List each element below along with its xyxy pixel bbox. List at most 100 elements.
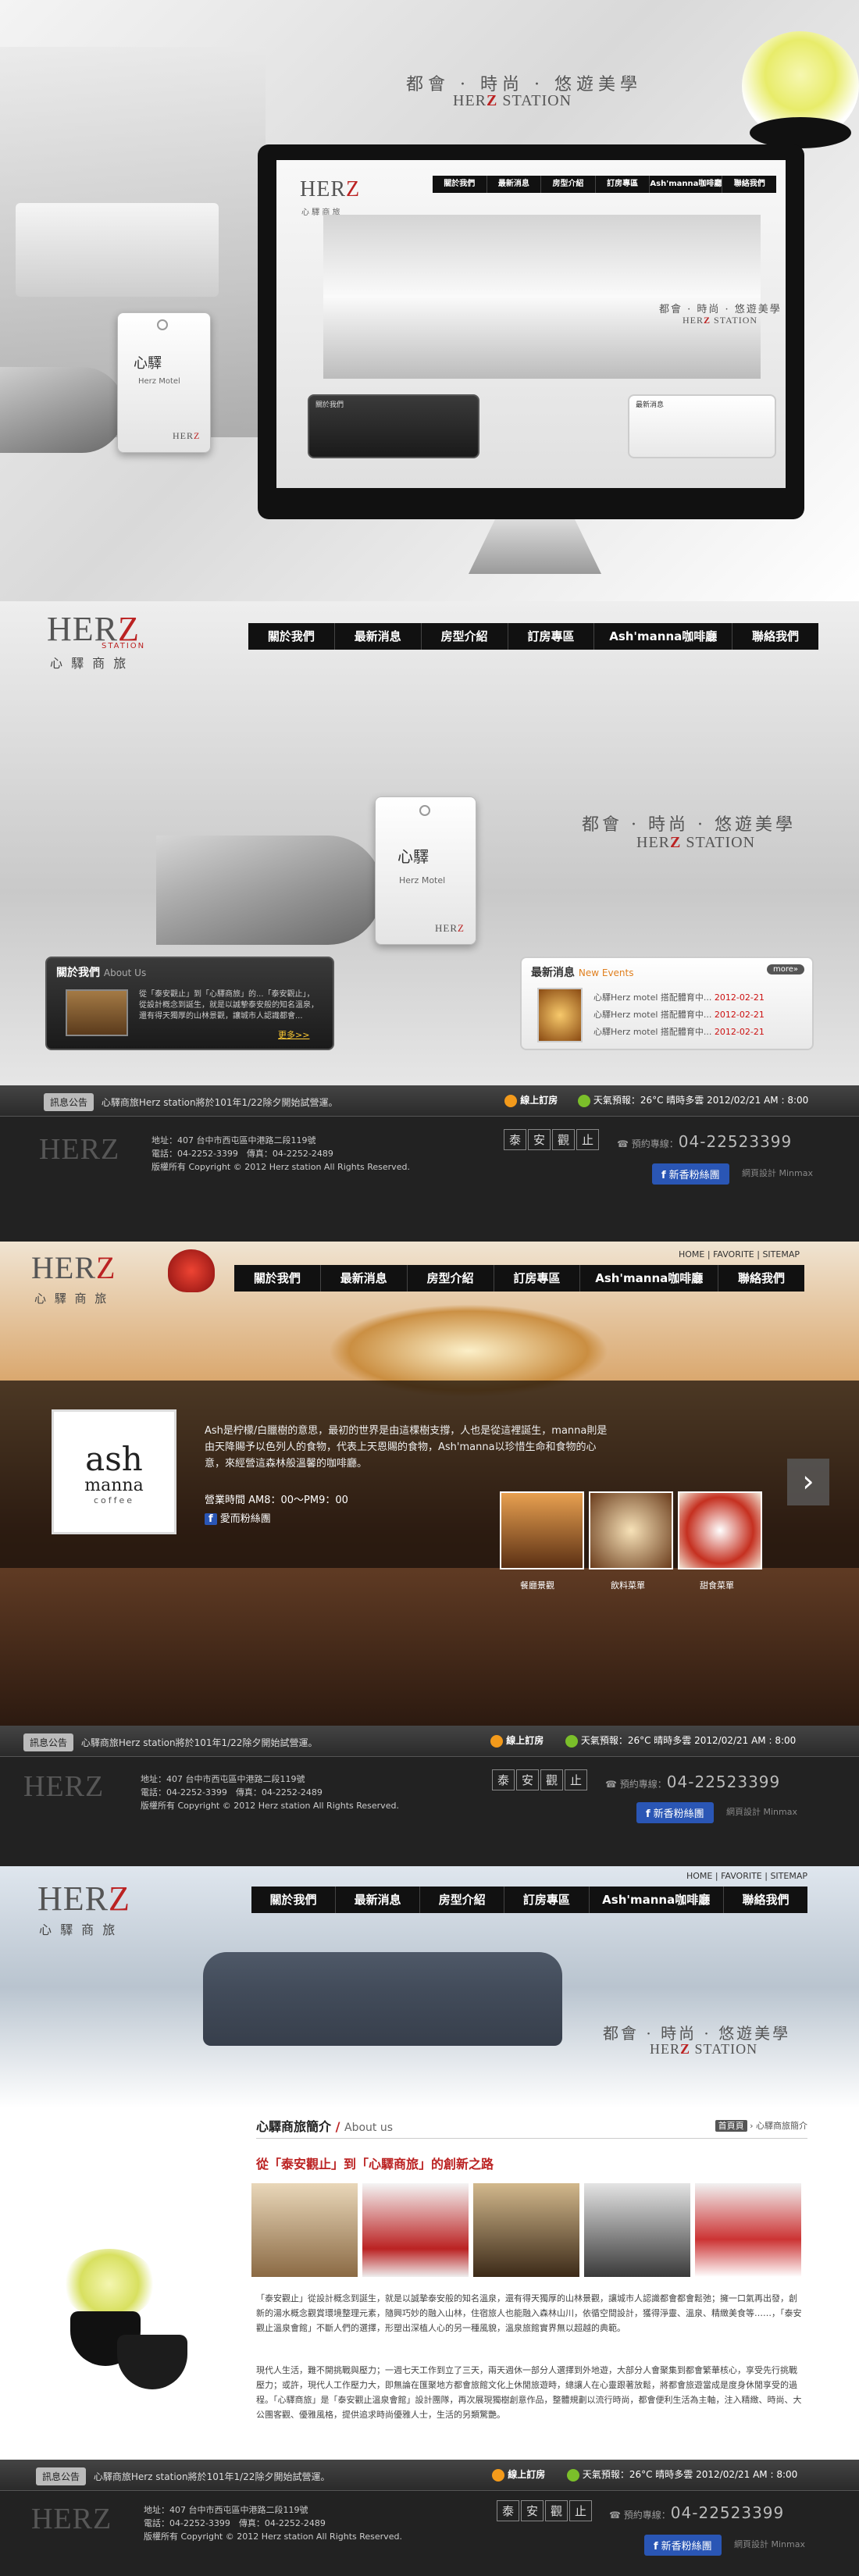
booking-phone[interactable]: ☎ 預約專線：04-22523399: [617, 1132, 792, 1151]
online-booking[interactable]: 線上訂房: [492, 2467, 545, 2482]
top-links: HOME | FAVORITE | SITEMAP: [686, 1871, 807, 1881]
tagline-en: HERZ STATION: [453, 92, 572, 109]
facebook-button[interactable]: f 新香粉絲團: [644, 2535, 722, 2556]
breadcrumb-home[interactable]: 首頁頁: [715, 2120, 747, 2132]
facebook-button[interactable]: f 新香粉絲團: [652, 1163, 729, 1185]
thumb-drinks[interactable]: [589, 1491, 673, 1569]
facebook-button[interactable]: f 新香粉絲團: [636, 1802, 714, 1823]
mini-nav-item[interactable]: 房型介紹: [541, 176, 596, 193]
mini-nav-item[interactable]: 最新消息: [487, 176, 542, 193]
notice-text[interactable]: 心驛商旅Herz station將於101年1/22除夕開始試營運。: [81, 1737, 318, 1748]
thumb-desserts[interactable]: [678, 1491, 762, 1569]
footer-address: 地址：407 台中市西屯區中港路二段119號: [151, 1135, 316, 1145]
nav-item-rooms[interactable]: 房型介紹: [408, 1265, 494, 1292]
phone-icon: ☎: [617, 1138, 629, 1149]
hero-card-cn: 心驛: [397, 847, 429, 866]
design-credit[interactable]: 網頁設計 Minmax: [742, 1167, 813, 1179]
page-headline: 從「泰安觀止」到「心驛商旅」的創新之路: [256, 2157, 494, 2172]
news-more-button[interactable]: more»: [766, 964, 804, 974]
booking-icon: [492, 2468, 504, 2482]
logo-cn: 心 驛 商 旅: [34, 1292, 109, 1306]
gallery-photo[interactable]: [251, 2183, 358, 2277]
gallery-photo[interactable]: [473, 2183, 579, 2277]
nav-item-booking[interactable]: 訂房專區: [504, 1887, 590, 1913]
logo-station: STATION: [102, 642, 146, 650]
home-link[interactable]: HOME: [679, 1249, 704, 1259]
facebook-icon: f: [205, 1513, 217, 1525]
main-nav: 關於我們 最新消息 房型介紹 訂房專區 Ash'manna咖啡廳 聯絡我們: [251, 1887, 807, 1913]
booking-phone[interactable]: ☎ 預約專線：04-22523399: [605, 1773, 780, 1791]
weather-icon: [578, 1094, 590, 1107]
nav-item-about[interactable]: 關於我們: [251, 1887, 337, 1913]
mini-tagline-en: HERZ STATION: [683, 315, 758, 326]
cafe-logo-coffee: coffee: [93, 1495, 135, 1505]
footer-logo: HERZ: [39, 1133, 120, 1166]
nav-item-cafe[interactable]: Ash'manna咖啡廳: [594, 623, 733, 650]
logo[interactable]: HERZ: [37, 1879, 130, 1919]
nav-item-news[interactable]: 最新消息: [321, 1265, 408, 1292]
booking-phone[interactable]: ☎ 預約專線：04-22523399: [609, 2503, 784, 2522]
notice-text[interactable]: 心驛商旅Herz station將於101年1/22除夕開始試營運。: [102, 1097, 338, 1108]
weather: 天氣預報：26°C 晴時多雲 2012/02/21 AM : 8:00: [567, 2467, 797, 2482]
nav-item-contact[interactable]: 聯絡我們: [718, 1265, 804, 1292]
gallery-photo[interactable]: [584, 2183, 690, 2277]
mini-nav: 關於我們 最新消息 房型介紹 訂房專區 Ash'manna咖啡廳 聯絡我們: [433, 176, 776, 193]
logo-cn: 心 驛 商 旅: [39, 1922, 118, 1937]
about-more-link[interactable]: 更多>>: [278, 1028, 309, 1041]
home-link[interactable]: HOME: [686, 1871, 712, 1881]
gallery-photo[interactable]: [695, 2183, 801, 2277]
nav-item-cafe[interactable]: Ash'manna咖啡廳: [580, 1265, 719, 1292]
photo-gallery: [251, 2183, 801, 2277]
next-arrow-button[interactable]: ›: [787, 1459, 829, 1505]
brand-box[interactable]: 泰 安 觀 止: [492, 1769, 588, 1790]
news-thumb[interactable]: [537, 988, 583, 1042]
news-item[interactable]: 心驛Herz motel 搭配體育中... 2012-02-21: [593, 1007, 797, 1024]
nav-item-news[interactable]: 最新消息: [335, 623, 422, 650]
hand-image: [0, 367, 125, 453]
mini-nav-item[interactable]: 關於我們: [433, 176, 487, 193]
sitemap-link[interactable]: SITEMAP: [770, 1871, 807, 1881]
nav-item-booking[interactable]: 訂房專區: [508, 623, 595, 650]
mini-nav-item[interactable]: Ash'manna咖啡廳: [650, 176, 723, 193]
cafe-logo-ash: ash: [85, 1440, 143, 1478]
news-item[interactable]: 心驛Herz motel 搭配體育中... 2012-02-21: [593, 1024, 797, 1041]
nav-item-contact[interactable]: 聯絡我們: [724, 1887, 807, 1913]
key-card: 心驛 Herz Motel HERZ: [117, 312, 211, 453]
online-booking[interactable]: 線上訂房: [490, 1733, 544, 1748]
nav-item-news[interactable]: 最新消息: [336, 1887, 421, 1913]
mini-nav-item[interactable]: 訂房專區: [596, 176, 650, 193]
nav-item-about[interactable]: 關於我們: [248, 623, 335, 650]
mini-news-title: 最新消息: [636, 401, 665, 409]
card-en: Herz Motel: [138, 377, 180, 386]
sitemap-link[interactable]: SITEMAP: [762, 1249, 800, 1259]
notice-text[interactable]: 心驛商旅Herz station將於101年1/22除夕開始試營運。: [94, 2471, 330, 2482]
mini-nav-item[interactable]: 聯絡我們: [722, 176, 776, 193]
nav-item-rooms[interactable]: 房型介紹: [422, 623, 508, 650]
nav-item-about[interactable]: 關於我們: [234, 1265, 321, 1292]
about-page-section: HOME | FAVORITE | SITEMAP HERZ 心 驛 商 旅 關…: [0, 1866, 859, 2460]
design-credit[interactable]: 網頁設計 Minmax: [726, 1805, 797, 1818]
main-nav: 關於我們 最新消息 房型介紹 訂房專區 Ash'manna咖啡廳 聯絡我們: [234, 1265, 804, 1292]
favorite-link[interactable]: FAVORITE: [721, 1871, 762, 1881]
design-credit[interactable]: 網頁設計 Minmax: [734, 2538, 805, 2550]
card-cn: 心驛: [134, 355, 162, 372]
nav-item-rooms[interactable]: 房型介紹: [420, 1887, 505, 1913]
brand-box[interactable]: 泰 安 觀 止: [497, 2500, 593, 2521]
cafe-description: Ash是柠檬/白臘樹的意思，最初的世界是由這棵樹支撐，人也是從這裡誕生，mann…: [205, 1425, 608, 1470]
nav-item-cafe[interactable]: Ash'manna咖啡廳: [590, 1887, 724, 1913]
news-item[interactable]: 心驛Herz motel 搭配體育中... 2012-02-21: [593, 989, 797, 1007]
footer-2: 訊息公告 心驛商旅Herz station將於101年1/22除夕開始試營運。 …: [0, 1726, 859, 1866]
cafe-fb-link[interactable]: f 愛而粉絲團: [205, 1510, 271, 1525]
gallery-photo[interactable]: [362, 2183, 469, 2277]
favorite-link[interactable]: FAVORITE: [713, 1249, 754, 1259]
logo[interactable]: HERZ: [31, 1249, 116, 1286]
nav-item-contact[interactable]: 聯絡我們: [732, 623, 818, 650]
notice: 訊息公告 心驛商旅Herz station將於101年1/22除夕開始試營運。: [23, 1733, 317, 1751]
nav-item-booking[interactable]: 訂房專區: [494, 1265, 581, 1292]
about-thumb[interactable]: [66, 989, 128, 1036]
monitor-screen: HERZ 心 驛 商 旅 關於我們 最新消息 房型介紹 訂房專區 Ash'man…: [276, 160, 786, 488]
online-booking[interactable]: 線上訂房: [504, 1093, 558, 1107]
brand-box[interactable]: 泰 安 觀 止: [504, 1129, 600, 1150]
thumb-restaurant[interactable]: [500, 1491, 584, 1569]
weather: 天氣預報：26°C 晴時多雲 2012/02/21 AM : 8:00: [578, 1093, 808, 1107]
